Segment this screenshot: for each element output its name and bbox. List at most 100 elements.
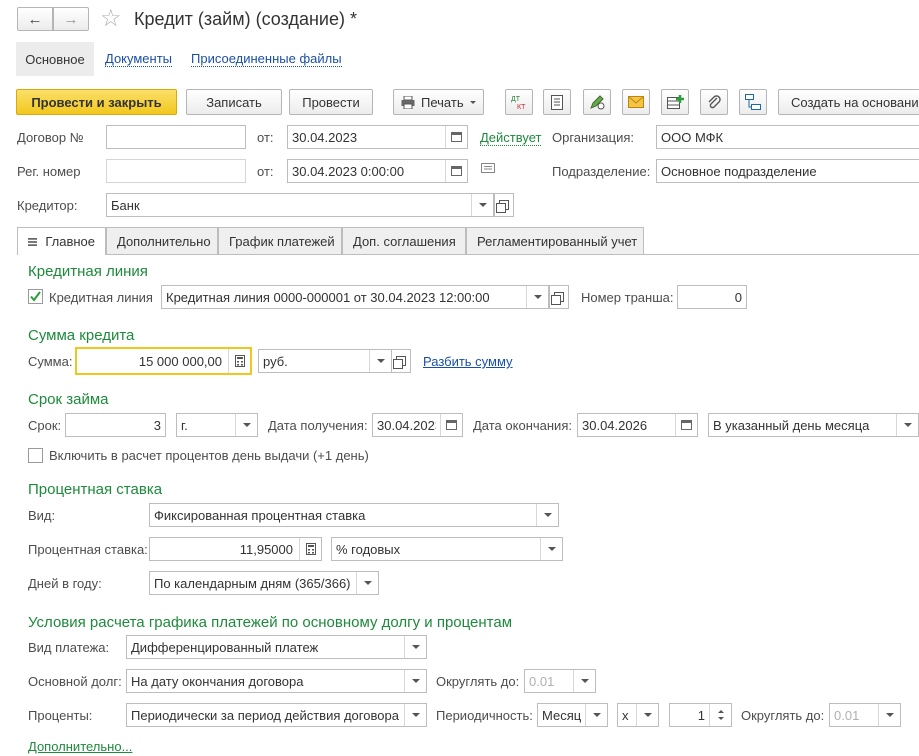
- chevron-down-icon: [478, 203, 487, 207]
- create-based-on-button[interactable]: Создать на основании: [778, 89, 919, 115]
- multiplier-dropdown[interactable]: [636, 704, 658, 726]
- envelope-icon: [628, 96, 644, 108]
- journal-button[interactable]: [543, 89, 571, 115]
- currency-field[interactable]: руб.: [258, 349, 392, 373]
- period-count-stepper[interactable]: [709, 704, 731, 726]
- tab-main[interactable]: Главное: [17, 227, 106, 255]
- subnav-attached-files-link[interactable]: Присоединенные файлы: [191, 51, 342, 67]
- chevron-down-icon: [717, 717, 724, 720]
- reg-number-field[interactable]: [106, 159, 246, 183]
- tab-agreements[interactable]: Доп. соглашения: [342, 227, 466, 254]
- term-unit-field[interactable]: г.: [176, 413, 258, 437]
- structure-button[interactable]: [739, 89, 767, 115]
- credit-line-field[interactable]: Кредитная линия 0000-000001 от 30.04.202…: [161, 285, 549, 309]
- calendar-button[interactable]: [445, 160, 467, 182]
- principal-field[interactable]: На дату окончания договора: [126, 669, 427, 693]
- tab-additional[interactable]: Дополнительно: [106, 227, 218, 254]
- principal-dropdown[interactable]: [404, 670, 426, 692]
- subnav-main[interactable]: Основное: [16, 42, 94, 76]
- reg-date-field[interactable]: 30.04.2023 0:00:00: [287, 159, 468, 183]
- credit-line-open-button[interactable]: [549, 285, 569, 309]
- tab-additional-label: Дополнительно: [117, 233, 211, 249]
- chevron-down-icon: [903, 423, 912, 427]
- chevron-down-icon: [376, 359, 385, 363]
- pen-icon: [590, 95, 605, 110]
- back-button[interactable]: ←: [17, 7, 53, 31]
- tab-regulated-accounting[interactable]: Регламентированный учет: [466, 227, 644, 254]
- status-active-link[interactable]: Действует: [480, 130, 542, 146]
- multiplier-field[interactable]: х: [617, 703, 659, 727]
- include-issue-day-checkbox[interactable]: [28, 448, 43, 463]
- attach-button[interactable]: [700, 89, 728, 115]
- comment-icon[interactable]: [481, 163, 495, 175]
- svg-text:ДТ: ДТ: [511, 96, 521, 103]
- contract-number-field[interactable]: [106, 125, 246, 149]
- end-date-field[interactable]: 30.04.2026: [577, 413, 698, 437]
- period-count-field[interactable]: 1: [669, 703, 732, 727]
- post-button[interactable]: Провести: [289, 89, 373, 115]
- tranche-number-field[interactable]: 0: [677, 285, 747, 309]
- post-and-close-button[interactable]: Провести и закрыть: [16, 89, 177, 115]
- email-button[interactable]: [622, 89, 650, 115]
- chevron-down-icon: [885, 713, 894, 717]
- chevron-down-icon: [469, 100, 476, 104]
- post-and-close-label: Провести и закрыть: [31, 94, 162, 110]
- day-mode-dropdown[interactable]: [896, 414, 918, 436]
- term-value-field[interactable]: 3: [65, 413, 166, 437]
- interest-field[interactable]: Периодически за период действия договора: [126, 703, 427, 727]
- tab-payment-schedule[interactable]: График платежей: [218, 227, 342, 254]
- principal-label: Основной долг:: [28, 674, 122, 689]
- creditor-dropdown[interactable]: [471, 194, 493, 216]
- more-link[interactable]: Дополнительно...: [28, 739, 132, 754]
- payment-type-field[interactable]: Дифференцированный платеж: [126, 635, 427, 659]
- periodicity-field[interactable]: Месяц: [537, 703, 608, 727]
- interest-dropdown[interactable]: [404, 704, 426, 726]
- split-amount-link[interactable]: Разбить сумму: [423, 354, 513, 369]
- creditor-open-button[interactable]: [494, 193, 514, 217]
- write-button[interactable]: Записать: [186, 89, 282, 115]
- add-row-button[interactable]: [661, 89, 689, 115]
- forward-button[interactable]: →: [53, 7, 89, 31]
- payment-type-dropdown[interactable]: [404, 636, 426, 658]
- principal-round-dropdown[interactable]: [573, 670, 595, 692]
- currency-dropdown[interactable]: [369, 350, 391, 372]
- calculator-button[interactable]: [228, 349, 250, 373]
- interest-round-field[interactable]: 0.01: [829, 703, 901, 727]
- dt-kt-button[interactable]: ДТ КТ: [505, 89, 533, 115]
- contract-date-field[interactable]: 30.04.2023: [287, 125, 468, 149]
- interest-rate-field[interactable]: 11,95000: [149, 537, 322, 561]
- day-mode-field[interactable]: В указанный день месяца: [708, 413, 919, 437]
- term-unit-dropdown[interactable]: [235, 414, 257, 436]
- principal-round-field[interactable]: 0.01: [524, 669, 596, 693]
- calendar-button[interactable]: [445, 126, 467, 148]
- periodicity-dropdown[interactable]: [585, 704, 607, 726]
- rate-unit-field[interactable]: % годовых: [331, 537, 563, 561]
- rate-unit-dropdown[interactable]: [540, 538, 562, 560]
- favorite-star-icon[interactable]: ☆: [100, 4, 122, 33]
- list-icon: [551, 94, 563, 110]
- credit-line-checkbox-label: Кредитная линия: [49, 290, 153, 305]
- days-in-year-field[interactable]: По календарным дням (365/366): [149, 571, 379, 595]
- print-button[interactable]: Печать: [393, 89, 484, 115]
- rate-kind-field[interactable]: Фиксированная процентная ставка: [149, 503, 559, 527]
- edit-button[interactable]: [583, 89, 611, 115]
- menu-lines-icon: [28, 237, 38, 246]
- rate-kind-dropdown[interactable]: [536, 504, 558, 526]
- received-date-field[interactable]: 30.04.2023: [372, 413, 463, 437]
- credit-line-checkbox[interactable]: [28, 289, 43, 304]
- amount-field[interactable]: 15 000 000,00: [75, 347, 252, 375]
- calendar-button[interactable]: [675, 414, 697, 436]
- subnav-main-label: Основное: [25, 51, 85, 67]
- interest-round-dropdown[interactable]: [878, 704, 900, 726]
- amount-label: Сумма:: [28, 354, 73, 369]
- organization-field[interactable]: ООО МФК: [656, 125, 919, 149]
- department-field[interactable]: Основное подразделение: [656, 159, 919, 183]
- write-label: Записать: [206, 94, 262, 110]
- calculator-button[interactable]: [299, 538, 321, 560]
- days-in-year-dropdown[interactable]: [356, 572, 378, 594]
- currency-open-button[interactable]: [391, 349, 411, 373]
- credit-line-dropdown[interactable]: [526, 286, 548, 308]
- calendar-button[interactable]: [440, 414, 462, 436]
- subnav-documents-link[interactable]: Документы: [105, 51, 173, 67]
- creditor-field[interactable]: Банк: [106, 193, 494, 217]
